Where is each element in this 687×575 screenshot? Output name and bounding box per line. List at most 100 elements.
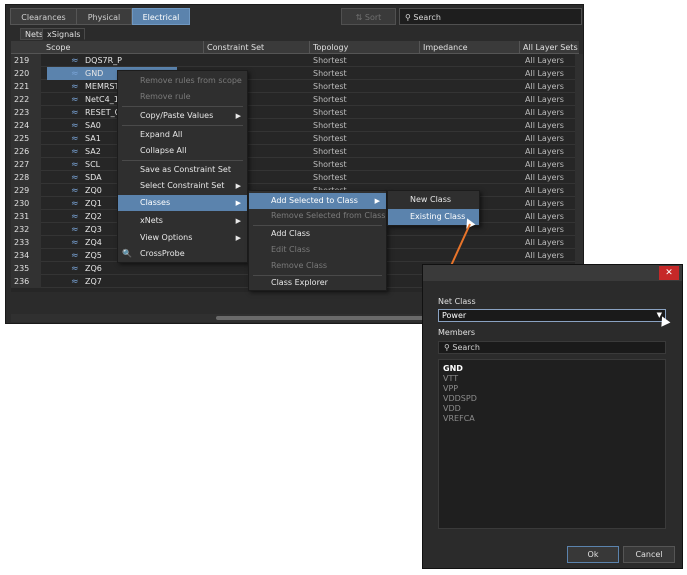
xsignal-icon: ≈	[71, 56, 79, 66]
row-layer-sets: All Layers	[525, 95, 564, 104]
row-scope-label: SA2	[85, 147, 101, 156]
search-icon: ⚲	[444, 343, 450, 352]
row-scope-label: DQS7R_P	[85, 56, 123, 65]
row-layer-sets: All Layers	[525, 251, 564, 260]
row-number: 226	[11, 145, 41, 158]
row-topology: Shortest	[313, 121, 347, 130]
table-row[interactable]: 226 ≈ SA2 Shortest All Layers	[11, 145, 579, 158]
xsignal-icon: ≈	[71, 69, 79, 79]
xsignal-icon: ≈	[71, 277, 79, 287]
xsignal-icon: ≈	[71, 82, 79, 92]
member-item[interactable]: VPP	[443, 384, 661, 394]
menu-item-add-class[interactable]: Add Class	[249, 226, 386, 242]
crossprobe-icon: 🔍	[122, 249, 132, 258]
row-layer-sets: All Layers	[525, 160, 564, 169]
row-number: 232	[11, 223, 41, 236]
row-scope-label: ZQ4	[85, 238, 102, 247]
tab-clearances[interactable]: Clearances	[10, 8, 77, 25]
tab-xsignals[interactable]: xSignals	[42, 28, 86, 40]
menu-item-copy-paste-values[interactable]: Copy/Paste Values ▶	[118, 108, 247, 124]
row-number: 231	[11, 210, 41, 223]
table-row[interactable]: 222 ≈ NetC4_1 Shortest All Layers	[11, 93, 579, 106]
table-row[interactable]: 220 ≈ GND Shortest All Layers	[11, 67, 579, 80]
row-topology: Shortest	[313, 56, 347, 65]
tab-electrical[interactable]: Electrical	[132, 8, 190, 25]
column-constraint-set[interactable]: Constraint Set	[203, 41, 311, 54]
row-number: 224	[11, 119, 41, 132]
submenu-arrow-icon: ▶	[235, 199, 241, 207]
net-class-select[interactable]: Power ▼	[438, 309, 666, 322]
member-item[interactable]: VDDSPD	[443, 394, 661, 404]
xsignal-icon: ≈	[71, 134, 79, 144]
menu-item-select-constraint-set[interactable]: Select Constraint Set ▶	[118, 178, 247, 194]
row-topology: Shortest	[313, 160, 347, 169]
row-scope[interactable]: ≈ ZQ7	[47, 275, 207, 288]
table-row[interactable]: 225 ≈ SA1 Shortest All Layers	[11, 132, 579, 145]
members-search-placeholder: Search	[452, 343, 480, 352]
row-layer-sets: All Layers	[525, 225, 564, 234]
table-row[interactable]: 228 ≈ SDA Shortest All Layers	[11, 171, 579, 184]
row-topology: Shortest	[313, 147, 347, 156]
menu-item-collapse-all[interactable]: Collapse All	[118, 143, 247, 159]
table-row[interactable]: 224 ≈ SA0 Shortest All Layers	[11, 119, 579, 132]
tab-physical[interactable]: Physical	[76, 8, 132, 25]
xsignal-icon: ≈	[71, 186, 79, 196]
menu-item-xnets[interactable]: xNets ▶	[118, 213, 247, 229]
row-scope-label: SA1	[85, 134, 101, 143]
close-button[interactable]: ✕	[659, 266, 679, 280]
member-item[interactable]: VDD	[443, 404, 661, 414]
search-placeholder: Search	[413, 13, 441, 22]
menu-item-save-as-constraint-set[interactable]: Save as Constraint Set	[118, 162, 247, 178]
column-scope[interactable]: Scope	[43, 41, 201, 54]
net-class-value: Power	[442, 311, 467, 320]
xsignal-icon: ≈	[71, 121, 79, 131]
column-impedance[interactable]: Impedance	[419, 41, 519, 54]
classes-submenu: Add Selected to Class ▶ Remove Selected f…	[248, 190, 387, 291]
row-scope-label: SA0	[85, 121, 101, 130]
sort-button[interactable]: ⇅ Sort	[341, 8, 396, 25]
horizontal-scroll-thumb[interactable]	[216, 316, 426, 320]
vertical-scrollbar[interactable]	[575, 54, 583, 292]
row-scope[interactable]: ≈ DQS7R_P	[47, 54, 207, 67]
member-item[interactable]: GND	[443, 364, 661, 374]
row-scope-label: ZQ5	[85, 251, 102, 260]
dialog-title-bar	[423, 265, 682, 281]
table-row[interactable]: 227 ≈ SCL Shortest All Layers	[11, 158, 579, 171]
menu-item-view-options[interactable]: View Options ▶	[118, 230, 247, 246]
column-topology[interactable]: Topology	[309, 41, 419, 54]
menu-item-new-class[interactable]: New Class	[388, 192, 479, 208]
menu-item-crossprobe[interactable]: 🔍 CrossProbe	[118, 246, 247, 262]
row-number: 223	[11, 106, 41, 119]
sort-icon: ⇅	[355, 13, 363, 22]
menu-item-class-explorer[interactable]: Class Explorer	[249, 275, 386, 291]
xsignal-icon: ≈	[71, 108, 79, 118]
menu-item-classes[interactable]: Classes ▶	[118, 195, 247, 211]
member-item[interactable]: VREFCA	[443, 414, 661, 424]
table-row[interactable]: 221 ≈ MEMRST Shortest All Layers	[11, 80, 579, 93]
cancel-button[interactable]: Cancel	[623, 546, 675, 563]
menu-item-remove-selected-from-class[interactable]: Remove Selected from Class	[249, 208, 386, 224]
search-input[interactable]: ⚲ Search	[399, 8, 582, 25]
column-all-layer-sets[interactable]: All Layer Sets	[519, 41, 579, 54]
menu-item-remove-class[interactable]: Remove Class	[249, 258, 386, 274]
table-row[interactable]: 223 ≈ RESET_COI Shortest All Layers	[11, 106, 579, 119]
row-scope[interactable]: ≈ ZQ6	[47, 262, 207, 275]
menu-item-expand-all[interactable]: Expand All	[118, 127, 247, 143]
menu-item-edit-class[interactable]: Edit Class	[249, 242, 386, 258]
ok-button[interactable]: Ok	[567, 546, 619, 563]
member-item[interactable]: VTT	[443, 374, 661, 384]
menu-separator	[122, 106, 243, 107]
menu-item-remove-rule[interactable]: Remove rule	[118, 89, 247, 105]
table-row[interactable]: 219 ≈ DQS7R_P Shortest All Layers	[11, 54, 579, 67]
row-topology: Shortest	[313, 173, 347, 182]
members-search-input[interactable]: ⚲ Search	[438, 341, 666, 354]
row-number: 233	[11, 236, 41, 249]
row-topology: Shortest	[313, 108, 347, 117]
row-topology: Shortest	[313, 95, 347, 104]
existing-class-dialog: ✕ Net Class Power ▼ Members ⚲ Search GND…	[422, 264, 683, 569]
menu-item-remove-rules-from-scope[interactable]: Remove rules from scope	[118, 73, 247, 89]
members-label: Members	[438, 328, 476, 337]
row-scope-label: NetC4_1	[85, 95, 119, 104]
menu-item-add-selected-to-class[interactable]: Add Selected to Class ▶	[249, 193, 386, 209]
xsignal-icon: ≈	[71, 264, 79, 274]
